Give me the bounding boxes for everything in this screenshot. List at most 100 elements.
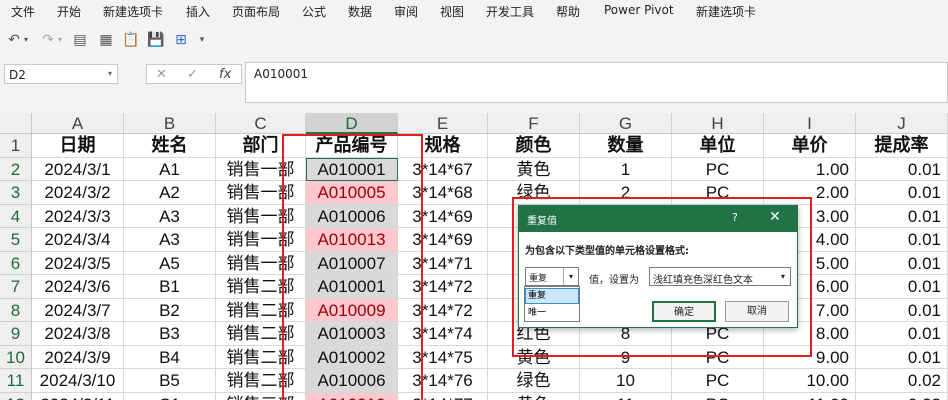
tab-page-layout[interactable]: 页面布局 [232, 3, 280, 20]
row-header-4[interactable]: 4 [0, 204, 32, 228]
grid-icon[interactable]: ⊞ [171, 30, 191, 50]
form-icon[interactable]: ▤ [70, 30, 90, 50]
cell-B2[interactable]: A1 [124, 157, 216, 181]
cell-J12[interactable]: 0.02 [856, 392, 948, 400]
customize-toolbar-icon[interactable]: ▾ [196, 30, 208, 50]
cell-H2[interactable]: PC [672, 157, 764, 181]
cell-A9[interactable]: 2024/3/8 [32, 322, 124, 346]
cell-C4[interactable]: 销售一部 [216, 204, 306, 228]
cell-E7[interactable]: 3*14*72 [398, 275, 488, 299]
cell-C5[interactable]: 销售一部 [216, 228, 306, 252]
cell-A11[interactable]: 2024/3/10 [32, 369, 124, 393]
tab-file[interactable]: 文件 [11, 3, 35, 20]
cell-D12[interactable]: A010010 [306, 392, 398, 400]
cell-A6[interactable]: 2024/3/5 [32, 251, 124, 275]
cell-J11[interactable]: 0.02 [856, 369, 948, 393]
row-header-1[interactable]: 1 [0, 134, 32, 158]
save-icon[interactable]: 💾 [146, 30, 166, 50]
cell-E11[interactable]: 3*14*76 [398, 369, 488, 393]
name-box[interactable]: D2 [4, 64, 118, 84]
insert-function-icon[interactable]: fx [219, 67, 231, 82]
cell-C8[interactable]: 销售二部 [216, 298, 306, 322]
cell-C10[interactable]: 销售二部 [216, 345, 306, 369]
formula-input[interactable]: A010001 [245, 62, 948, 103]
column-header-e[interactable]: E [398, 113, 488, 134]
cell-B3[interactable]: A2 [124, 181, 216, 205]
table-icon[interactable]: ▦ [96, 30, 116, 50]
name-box-dropdown-icon[interactable]: ▾ [108, 69, 112, 78]
cell-J10[interactable]: 0.01 [856, 345, 948, 369]
cell-B4[interactable]: A3 [124, 204, 216, 228]
undo-dropdown-icon[interactable]: ▾ [20, 30, 32, 50]
cell-I3[interactable]: 2.00 [764, 181, 856, 205]
header-cell-d[interactable]: 产品编号 [306, 134, 398, 158]
tab-formulas[interactable]: 公式 [302, 3, 326, 20]
header-cell-j[interactable]: 提成率 [856, 134, 948, 158]
tab-help[interactable]: 帮助 [556, 3, 580, 20]
cell-D11[interactable]: A010006 [306, 369, 398, 393]
tab-home[interactable]: 开始 [57, 3, 81, 20]
tab-developer[interactable]: 开发工具 [486, 3, 534, 20]
cell-A12[interactable]: 2024/3/11 [32, 392, 124, 400]
cell-D10[interactable]: A010002 [306, 345, 398, 369]
tab-data[interactable]: 数据 [348, 3, 372, 20]
column-header-j[interactable]: J [856, 113, 948, 134]
header-cell-g[interactable]: 数量 [580, 134, 672, 158]
cell-D3[interactable]: A010005 [306, 181, 398, 205]
cell-G10[interactable]: 9 [580, 345, 672, 369]
cell-D7[interactable]: A010001 [306, 275, 398, 299]
cell-A10[interactable]: 2024/3/9 [32, 345, 124, 369]
format-select[interactable]: 浅红填充色深红色文本 ▾ [649, 267, 791, 286]
cell-H10[interactable]: PC [672, 345, 764, 369]
paste-icon[interactable]: 📋 [121, 30, 141, 50]
cancel-button[interactable]: 取消 [725, 301, 789, 322]
column-header-c[interactable]: C [216, 113, 306, 134]
tab-power-pivot[interactable]: Power Pivot [604, 3, 674, 17]
cell-J5[interactable]: 0.01 [856, 228, 948, 252]
cell-G12[interactable]: 11 [580, 392, 672, 400]
cell-D4[interactable]: A010006 [306, 204, 398, 228]
cell-A4[interactable]: 2024/3/3 [32, 204, 124, 228]
cell-G2[interactable]: 1 [580, 157, 672, 181]
cell-F11[interactable]: 绿色 [488, 369, 580, 393]
column-header-d[interactable]: D [306, 113, 398, 134]
ok-button[interactable]: 确定 [652, 301, 716, 322]
cell-C6[interactable]: 销售一部 [216, 251, 306, 275]
column-header-g[interactable]: G [580, 113, 672, 134]
cell-C2[interactable]: 销售一部 [216, 157, 306, 181]
tab-view[interactable]: 视图 [440, 3, 464, 20]
tab-new-1[interactable]: 新建选项卡 [103, 3, 163, 20]
cell-D6[interactable]: A010007 [306, 251, 398, 275]
cell-C3[interactable]: 销售一部 [216, 181, 306, 205]
cell-H12[interactable]: PC [672, 392, 764, 400]
header-cell-b[interactable]: 姓名 [124, 134, 216, 158]
help-icon[interactable]: ? [732, 211, 738, 224]
cell-E2[interactable]: 3*14*67 [398, 157, 488, 181]
cell-J7[interactable]: 0.01 [856, 275, 948, 299]
cell-C7[interactable]: 销售二部 [216, 275, 306, 299]
cell-I11[interactable]: 10.00 [764, 369, 856, 393]
cell-B8[interactable]: B2 [124, 298, 216, 322]
row-header-10[interactable]: 10 [0, 345, 32, 369]
cell-D8[interactable]: A010009 [306, 298, 398, 322]
row-header-9[interactable]: 9 [0, 322, 32, 346]
cell-B12[interactable]: C1 [124, 392, 216, 400]
redo-dropdown-icon[interactable]: ▾ [54, 30, 66, 50]
cell-E4[interactable]: 3*14*69 [398, 204, 488, 228]
row-header-5[interactable]: 5 [0, 228, 32, 252]
cancel-icon[interactable]: ✕ [156, 67, 167, 82]
column-header-a[interactable]: A [32, 113, 124, 134]
cell-J9[interactable]: 0.01 [856, 322, 948, 346]
tab-insert[interactable]: 插入 [186, 3, 210, 20]
cell-H11[interactable]: PC [672, 369, 764, 393]
row-header-2[interactable]: 2 [0, 157, 32, 181]
header-cell-f[interactable]: 颜色 [488, 134, 580, 158]
cell-F10[interactable]: 黄色 [488, 345, 580, 369]
cell-J4[interactable]: 0.01 [856, 204, 948, 228]
cell-E3[interactable]: 3*14*68 [398, 181, 488, 205]
cell-D5[interactable]: A010013 [306, 228, 398, 252]
cell-B10[interactable]: B4 [124, 345, 216, 369]
select-all-corner[interactable] [0, 113, 32, 134]
value-type-select[interactable]: 重复 ▾ [525, 267, 579, 286]
row-header-11[interactable]: 11 [0, 369, 32, 393]
